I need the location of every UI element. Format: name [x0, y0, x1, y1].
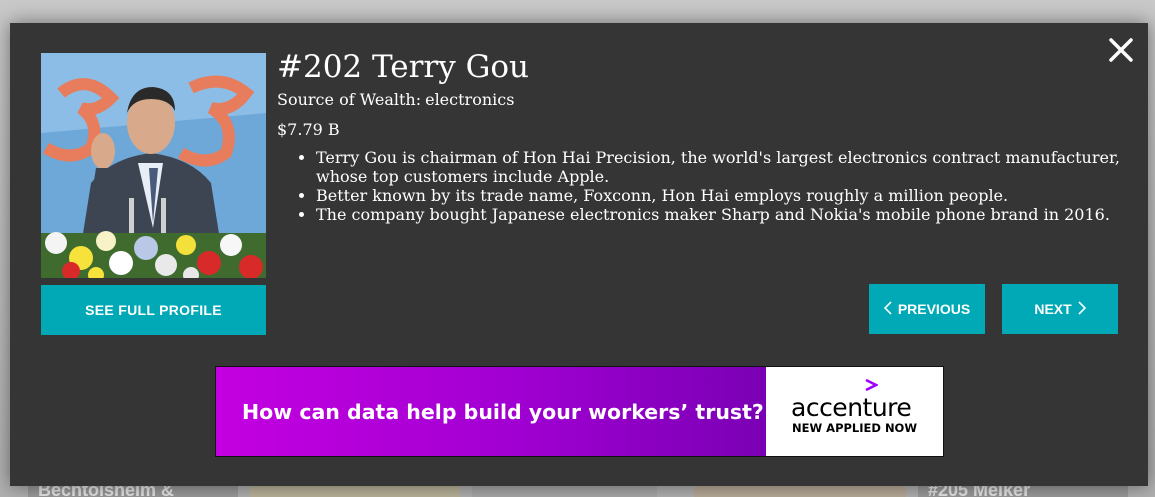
previous-button[interactable]: PREVIOUS [869, 284, 985, 334]
ad-headline: How can data help build your workers’ tr… [242, 399, 764, 424]
profile-photo [41, 53, 266, 278]
ad-brand-logo: accenture [791, 393, 912, 422]
next-label: NEXT [1034, 301, 1072, 317]
profile-modal: SEE FULL PROFILE #202 Terry Gou Source o… [10, 23, 1148, 486]
ad-message-panel: How can data help build your workers’ tr… [216, 367, 766, 456]
net-worth: $7.79 B [277, 120, 340, 139]
accenture-chevron-icon [865, 379, 878, 392]
chevron-right-icon [1078, 300, 1086, 318]
next-button[interactable]: NEXT [1002, 284, 1118, 334]
source-of-wealth-label: Source of Wealth: [277, 90, 422, 109]
bio-bullet-list: Terry Gou is chairman of Hon Hai Precisi… [298, 148, 1131, 224]
ad-logo-panel: accenture NEW APPLIED NOW [766, 367, 943, 456]
bio-bullet: Terry Gou is chairman of Hon Hai Precisi… [316, 148, 1131, 186]
source-of-wealth-value: electronics [425, 90, 515, 109]
see-full-profile-button[interactable]: SEE FULL PROFILE [41, 285, 266, 335]
advertisement-banner[interactable]: How can data help build your workers’ tr… [215, 366, 944, 457]
source-of-wealth: Source of Wealth: electronics [277, 90, 514, 109]
close-icon[interactable] [1108, 37, 1134, 63]
bio-bullet: Better known by its trade name, Foxconn,… [316, 186, 1131, 205]
ad-tagline: NEW APPLIED NOW [792, 421, 918, 435]
profile-title: #202 Terry Gou [277, 49, 530, 85]
chevron-left-icon [883, 300, 892, 318]
bio-bullet: The company bought Japanese electronics … [316, 205, 1131, 224]
previous-label: PREVIOUS [897, 301, 971, 317]
